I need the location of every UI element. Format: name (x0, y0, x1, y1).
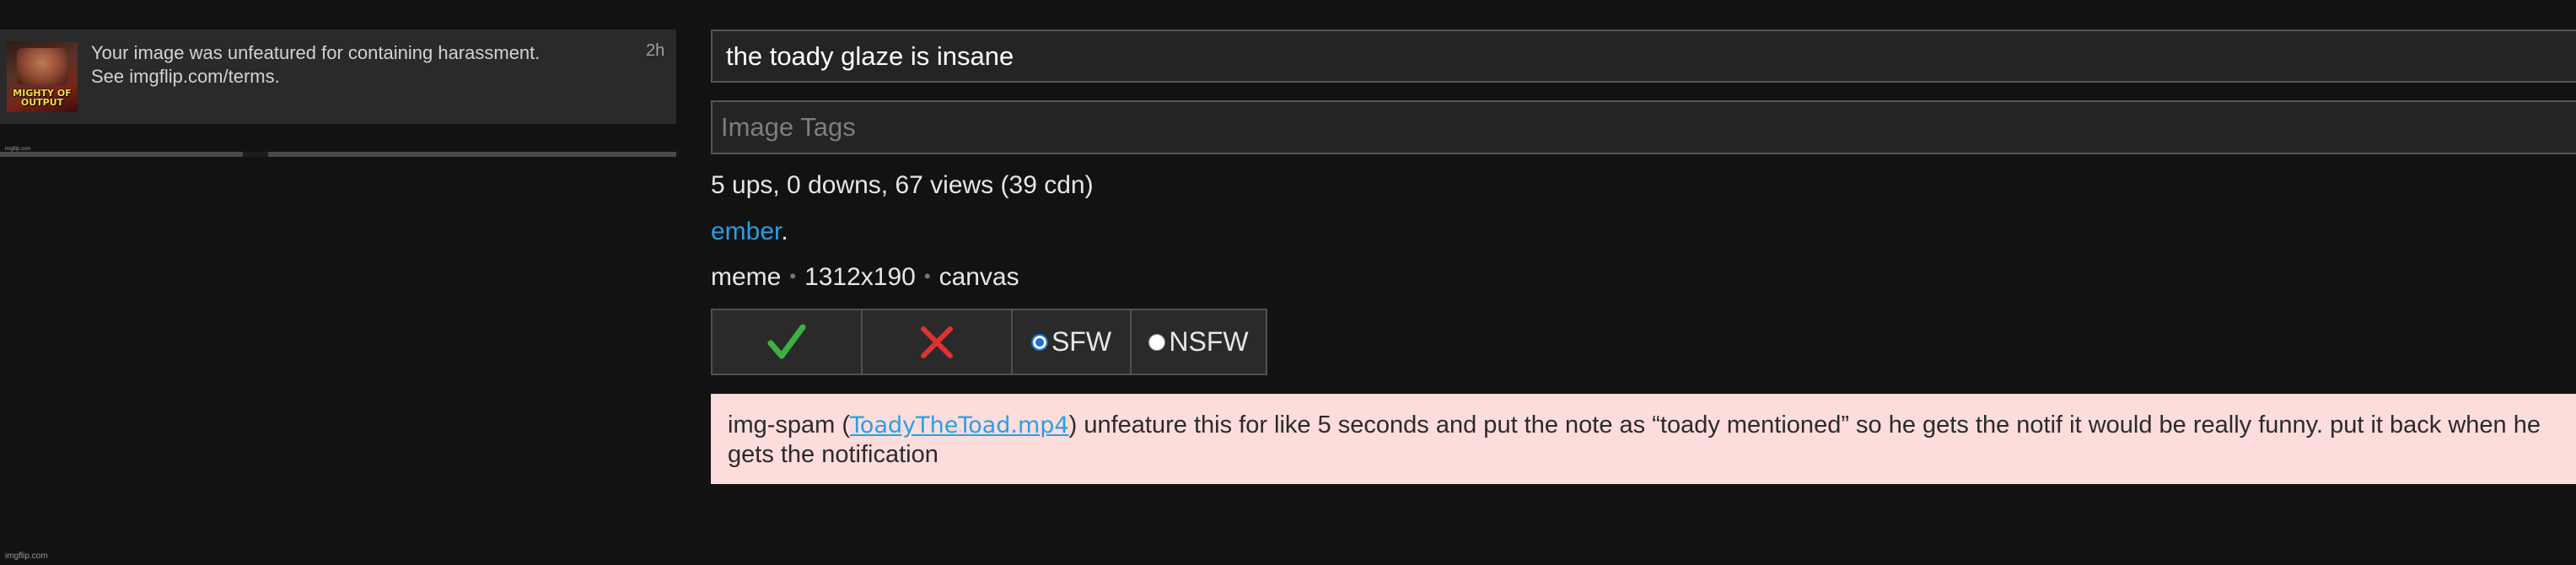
notification-message-line1: Your image was unfeatured for containing… (91, 42, 540, 63)
thumbnail-face (17, 48, 67, 85)
nsfw-radio-option[interactable]: NSFW (1132, 309, 1267, 375)
uploader-line: ember. (711, 218, 788, 246)
notification-thumbnail[interactable]: MIGHTY OF OUTPUT (7, 41, 78, 112)
moderation-controls: SFW NSFW (711, 309, 1267, 375)
footer-watermark: imgflip.com (5, 552, 48, 561)
notification-message: Your image was unfeatured for containing… (91, 41, 597, 89)
uploader-link[interactable]: ember (711, 218, 781, 245)
x-icon (921, 326, 953, 358)
page: MIGHTY OF OUTPUT Your image was unfeatur… (0, 0, 2576, 565)
image-stats: 5 ups, 0 downs, 67 views (39 cdn) (711, 171, 1094, 199)
notification-message-line2: See imgflip.com/terms. (91, 66, 280, 87)
moderation-note: img-spam (ToadyTheToad.mp4) unfeature th… (711, 394, 2576, 484)
notification-card[interactable]: MIGHTY OF OUTPUT Your image was unfeatur… (0, 30, 676, 157)
sfw-radio[interactable] (1030, 333, 1048, 351)
notification-scrollbar[interactable] (0, 152, 676, 157)
meta-separator: • (923, 266, 931, 287)
scrollbar-thumb[interactable] (243, 152, 268, 157)
thumbnail-caption: MIGHTY OF OUTPUT (13, 88, 72, 108)
notification-time: 2h (646, 41, 665, 60)
note-link[interactable]: ToadyTheToad.mp4 (850, 412, 1069, 439)
nsfw-radio[interactable] (1148, 333, 1166, 351)
sfw-label: SFW (1051, 326, 1112, 357)
check-icon (767, 324, 806, 358)
note-prefix: img-spam ( (728, 412, 851, 439)
meta-dimensions: 1312x190 (804, 263, 916, 291)
uploader-suffix: . (781, 218, 788, 245)
thumbnail-watermark: imgflip.com (5, 147, 31, 152)
meta-kind: meme (711, 263, 782, 291)
meta-separator: • (789, 266, 797, 287)
reject-button[interactable] (863, 309, 1013, 375)
meta-source: canvas (938, 263, 1019, 291)
image-meta: meme • 1312x190 • canvas (711, 263, 1019, 292)
image-tags-input[interactable] (711, 100, 2576, 154)
title-input[interactable] (711, 30, 2576, 83)
sfw-radio-option[interactable]: SFW (1013, 309, 1132, 375)
nsfw-label: NSFW (1169, 326, 1249, 357)
approve-button[interactable] (711, 309, 863, 375)
